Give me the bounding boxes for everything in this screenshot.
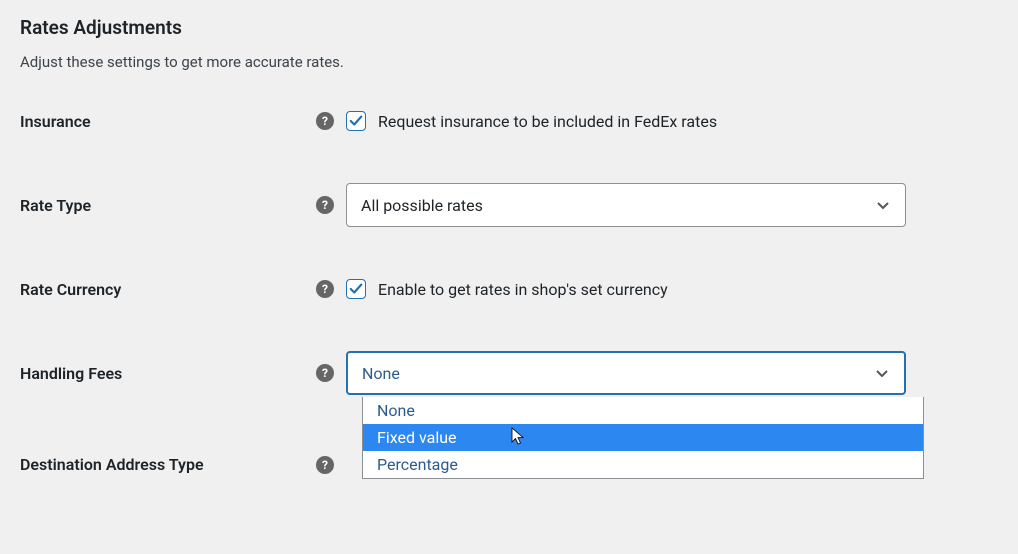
rate-currency-checkbox[interactable] [346,279,366,299]
handling-fees-select[interactable]: None [346,351,906,395]
rate-type-row: Rate Type ? All possible rates [20,183,998,227]
handling-fees-selected: None [362,364,400,383]
rate-type-selected: All possible rates [361,196,483,215]
rate-currency-label: Rate Currency [20,280,316,299]
insurance-row: Insurance ? Request insurance to be incl… [20,111,998,131]
help-icon[interactable]: ? [316,196,334,214]
chevron-down-icon [874,365,890,381]
dropdown-option-percentage[interactable]: Percentage [363,451,923,478]
rate-currency-row: Rate Currency ? Enable to get rates in s… [20,279,998,299]
handling-fees-dropdown: None Fixed value Percentage [362,397,924,479]
insurance-label: Insurance [20,112,316,131]
section-description: Adjust these settings to get more accura… [20,53,998,71]
help-icon[interactable]: ? [316,280,334,298]
rate-currency-checkbox-label: Enable to get rates in shop's set curren… [378,280,668,299]
rate-type-select[interactable]: All possible rates [346,183,906,227]
chevron-down-icon [875,197,891,213]
section-title: Rates Adjustments [20,16,998,39]
destination-address-type-label: Destination Address Type [20,455,316,474]
handling-fees-row: Handling Fees ? None None Fixed value Pe… [20,351,998,395]
dropdown-option-none[interactable]: None [363,397,923,424]
insurance-checkbox-label: Request insurance to be included in FedE… [378,112,717,131]
dropdown-option-fixed-value[interactable]: Fixed value [363,424,923,451]
help-icon[interactable]: ? [316,456,334,474]
help-icon[interactable]: ? [316,112,334,130]
cursor-icon [511,427,527,447]
handling-fees-label: Handling Fees [20,364,316,383]
help-icon[interactable]: ? [316,364,334,382]
insurance-checkbox[interactable] [346,111,366,131]
rate-type-label: Rate Type [20,196,316,215]
